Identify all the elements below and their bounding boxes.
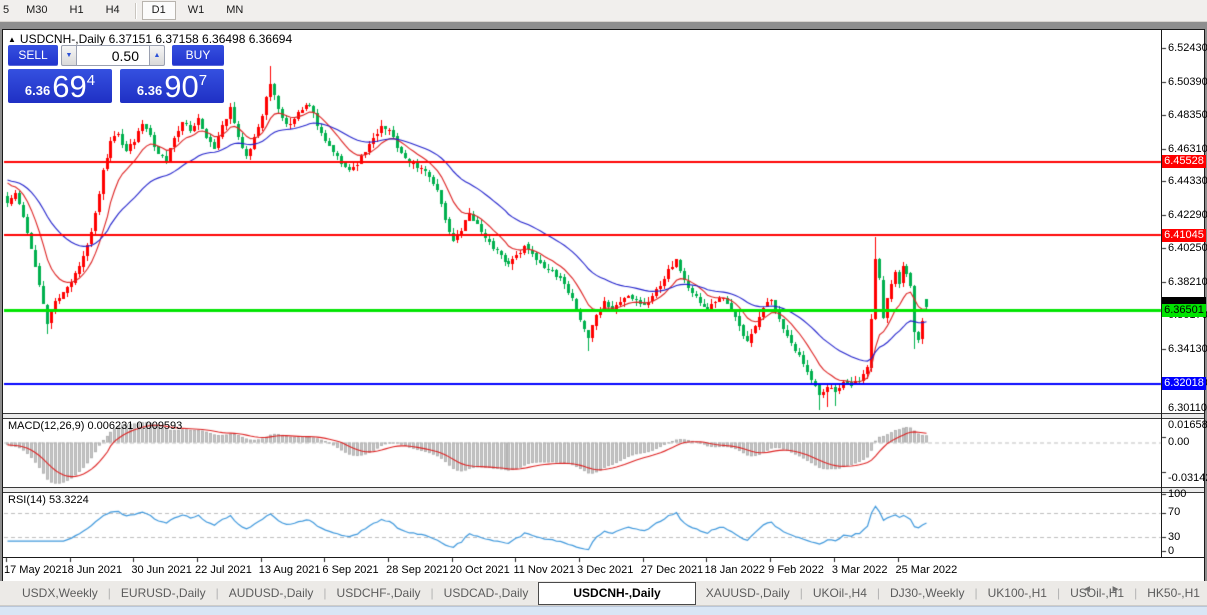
chart-tab-hk50-h1[interactable]: HK50-,H1: [1137, 582, 1207, 604]
timeframe-button-mn[interactable]: MN: [216, 1, 253, 20]
date-axis-label: 3 Mar 2022: [831, 564, 888, 576]
date-axis-label: 11 Nov 2021: [513, 564, 576, 576]
toolbar-separator: [134, 2, 137, 19]
chart-title: ▲ USDCNH-,Daily 6.37151 6.37158 6.36498 6…: [8, 32, 292, 46]
indicator-axis-tick: -0.03142: [1168, 472, 1207, 484]
chart-tab-usdx-weekly[interactable]: USDX,Weekly: [12, 582, 108, 604]
date-axis-label: 13 Aug 2021: [258, 564, 321, 576]
level-price-badge: 6.41045: [1162, 228, 1206, 242]
sell-price-sup: 4: [86, 72, 96, 89]
price-axis-tick: 6.30110: [1168, 402, 1207, 414]
date-axis-label: 6 Sep 2021: [322, 564, 379, 576]
chart-title-ohlc: 6.37151 6.37158 6.36498 6.36694: [108, 32, 293, 46]
level-price-badge: 6.36501: [1162, 303, 1206, 317]
macd-pane-splitter[interactable]: [3, 413, 1204, 419]
date-axis-label: 3 Dec 2021: [577, 564, 634, 576]
price-axis-tick: 6.40250: [1168, 242, 1207, 255]
time-axis-divider: [3, 557, 1204, 558]
chart-tab-audusd-daily[interactable]: AUDUSD-,Daily: [219, 582, 324, 604]
chart-tab-eurusd-daily[interactable]: EURUSD-,Daily: [111, 582, 216, 604]
indicator-axis-tick: 30: [1168, 531, 1181, 543]
sell-price-prefix: 6.36: [24, 83, 51, 98]
chart-tab-usdcnh-daily[interactable]: USDCNH-,Daily: [538, 581, 696, 605]
date-axis-label: 25 Mar 2022: [895, 564, 958, 576]
price-axis-tick: 6.46310: [1168, 142, 1207, 155]
buy-price-display[interactable]: 6.36 90 7: [120, 69, 224, 103]
chart-tab-ukoil-h4[interactable]: UKOil-,H4: [803, 582, 877, 604]
chart-tab-bar: USDX,Weekly | EURUSD-,Daily | AUDUSD-,Daily |…: [0, 581, 1207, 606]
timeframe-button-5[interactable]: 5: [1, 1, 14, 20]
sell-price-big: 69: [52, 69, 87, 104]
rsi-indicator-label: RSI(14) 53.3224: [8, 494, 89, 506]
price-axis-tick: 6.50390: [1168, 75, 1207, 88]
indicator-axis-tick: 0.016586: [1168, 419, 1207, 431]
price-axis-tick: 6.52430: [1168, 41, 1207, 54]
indicator-axis-tick: 0: [1168, 545, 1175, 557]
date-axis-label: 30 Jun 2021: [131, 564, 192, 576]
macd-indicator-label: MACD(12,26,9) 0.006231 0.009593: [8, 420, 183, 432]
lot-decrease-button[interactable]: ▼: [61, 45, 77, 66]
level-price-badge: 6.32018: [1162, 377, 1206, 391]
timeframe-button-w1[interactable]: W1: [178, 1, 215, 20]
date-axis-label: 28 Sep 2021: [386, 564, 449, 576]
buy-price-big: 90: [164, 69, 199, 104]
price-axis-tick: 6.48350: [1168, 109, 1207, 122]
chart-title-symbol: USDCNH-,Daily: [19, 32, 106, 46]
buy-button[interactable]: BUY: [172, 45, 224, 66]
date-axis-label: 18 Jan 2022: [704, 564, 766, 576]
tab-scroll-arrows[interactable]: ◄ ►: [1082, 584, 1129, 595]
timeframe-toolbar: 5 M30 H1 H4 D1 W1 MN: [0, 0, 1207, 22]
timeframe-button-h1[interactable]: H1: [60, 1, 94, 20]
application-window: 5 M30 H1 H4 D1 W1 MN ▲ USDCNH-,Daily 6.37151 6.…: [0, 0, 1207, 615]
sell-price-display[interactable]: 6.36 69 4: [8, 69, 112, 103]
lot-increase-button[interactable]: ▲: [149, 45, 165, 66]
chart-tab-dj30-weekly[interactable]: DJ30-,Weekly: [880, 582, 974, 604]
chart-tab-usdcad-daily[interactable]: USDCAD-,Daily: [434, 582, 539, 604]
rsi-pane-splitter[interactable]: [3, 487, 1204, 493]
chart-tab-uk100-h1[interactable]: UK100-,H1: [978, 582, 1057, 604]
level-price-badge: 6.45528: [1162, 155, 1206, 168]
price-axis-tick: 6.44330: [1168, 175, 1207, 188]
timeframe-button-h4[interactable]: H4: [96, 1, 130, 20]
indicator-axis-tick: 70: [1168, 506, 1181, 518]
timeframe-button-d1[interactable]: D1: [141, 1, 176, 20]
status-bar: [0, 606, 1207, 615]
buy-price-sup: 7: [198, 72, 208, 89]
price-axis-tick: 6.42290: [1168, 208, 1207, 221]
indicator-axis-tick: 100: [1168, 488, 1187, 500]
date-axis-label: 27 Dec 2021: [640, 564, 704, 576]
buy-price-prefix: 6.36: [136, 83, 163, 98]
timeframe-button-m30[interactable]: M30: [16, 1, 57, 20]
price-axis-divider: [1161, 30, 1162, 557]
lot-size-input[interactable]: [77, 45, 149, 66]
date-axis-label: 17 May 2021: [4, 564, 68, 576]
date-axis-label: 9 Feb 2022: [768, 564, 824, 576]
date-axis-label: 8 Jun 2021: [67, 564, 123, 576]
sell-button[interactable]: SELL: [8, 45, 58, 66]
symbol-triangle-icon: ▲: [8, 35, 16, 44]
price-axis-tick: 6.38210: [1168, 275, 1207, 288]
price-axis-tick: 6.34130: [1168, 343, 1207, 355]
indicator-axis-tick: 0.00: [1168, 436, 1190, 448]
date-axis-label: 20 Oct 2021: [449, 564, 510, 576]
chart-tab-xauusd-daily[interactable]: XAUUSD-,Daily: [696, 582, 800, 604]
chart-tab-usdchf-daily[interactable]: USDCHF-,Daily: [327, 582, 431, 604]
date-axis-label: 22 Jul 2021: [195, 564, 252, 576]
one-click-trading-panel: SELL ▼ ▲ BUY 6.36694 6.36907: [8, 45, 224, 103]
